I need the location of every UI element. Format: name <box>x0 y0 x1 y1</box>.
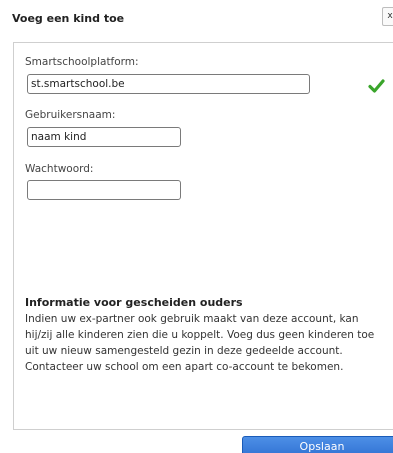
info-block: Informatie voor gescheiden ouders Indien… <box>25 295 380 375</box>
info-text: Indien uw ex-partner ook gebruik maakt v… <box>25 313 375 373</box>
checkmark-icon <box>368 79 385 93</box>
dialog-title: Voeg een kind toe <box>12 12 125 25</box>
close-button[interactable]: x <box>382 7 393 26</box>
save-button[interactable]: Opslaan <box>242 436 393 453</box>
password-input[interactable] <box>27 180 181 200</box>
info-title: Informatie voor gescheiden ouders <box>25 296 243 309</box>
dialog-header: Voeg een kind toe x <box>0 0 393 40</box>
password-label: Wachtwoord: <box>25 163 94 175</box>
platform-input[interactable]: st.smartschool.be <box>27 74 310 94</box>
username-input[interactable]: naam kind <box>27 127 181 147</box>
username-label: Gebruikersnaam: <box>25 109 116 121</box>
platform-label: Smartschoolplatform: <box>25 56 139 68</box>
